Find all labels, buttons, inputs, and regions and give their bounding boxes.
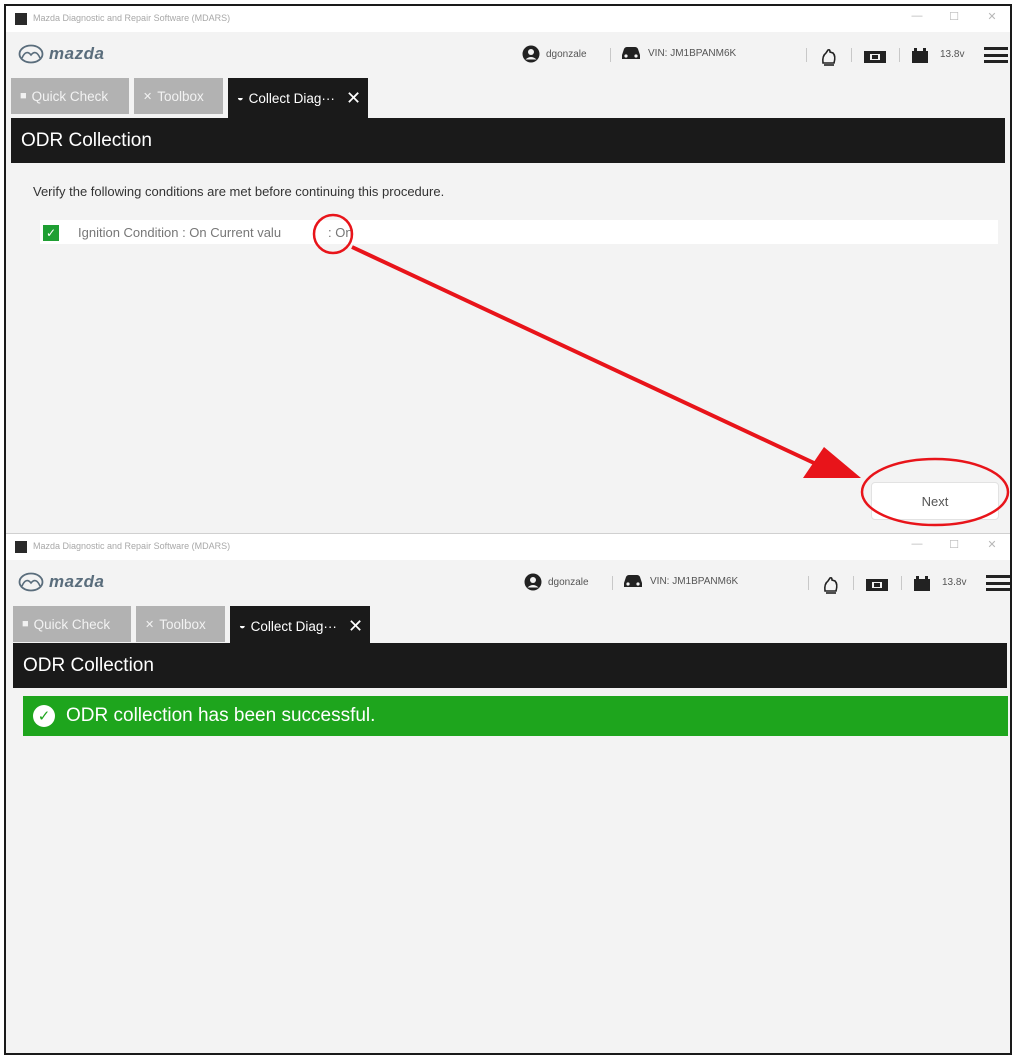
tab-bar: ■ Quick Check ✕ Toolbox ◒ Collect Diag··… <box>6 78 1010 118</box>
success-message: ODR collection has been successful. <box>66 705 376 726</box>
car-gauge-icon: ◒ <box>239 620 246 632</box>
voltage-readout: 13.8v <box>942 577 967 588</box>
mazda-emblem-icon <box>18 572 44 592</box>
brand-wordmark: mazda <box>49 572 105 591</box>
screen-collection-success: Mazda Diagnostic and Repair Software (MD… <box>6 533 1010 1053</box>
close-window-button[interactable]: ✕ <box>984 10 1000 23</box>
briefcase-icon: ■ <box>22 618 29 630</box>
tab-toolbox[interactable]: ✕ Toolbox <box>136 606 225 642</box>
condition-row: ✓ Ignition Condition : On Current valu :… <box>40 220 998 244</box>
battery-icon <box>912 48 928 63</box>
condition-current-value: : On <box>328 225 353 240</box>
vin-indicator: VIN: JM1BPANM6K <box>622 573 738 589</box>
app-header: mazda dgonzale VIN: JM1BPANM6K 13.8v <box>6 560 1010 604</box>
app-icon <box>15 13 27 25</box>
maximize-button[interactable]: ☐ <box>946 538 962 551</box>
car-icon <box>622 47 640 59</box>
condition-label: Ignition Condition : On Current valu <box>78 225 282 240</box>
check-circle-icon: ✓ <box>33 705 55 727</box>
next-button[interactable]: Next <box>871 482 999 520</box>
header-divider <box>853 576 854 590</box>
page-title-bar: ODR Collection <box>13 643 1007 688</box>
condition-checkbox[interactable]: ✓ <box>43 225 59 241</box>
header-divider <box>806 48 807 62</box>
tab-label: Collect Diag··· <box>250 618 337 634</box>
header-divider <box>901 576 902 590</box>
user-indicator[interactable]: dgonzale <box>524 573 589 591</box>
battery-icon <box>914 576 930 591</box>
user-icon <box>522 45 540 63</box>
window-titlebar: Mazda Diagnostic and Repair Software (MD… <box>6 534 1010 560</box>
tab-label: Collect Diag··· <box>248 90 335 106</box>
hand-icon[interactable] <box>819 47 839 67</box>
window-title: Mazda Diagnostic and Repair Software (MD… <box>33 13 231 23</box>
mazda-logo: mazda <box>18 571 104 593</box>
car-gauge-icon: ◒ <box>237 92 244 104</box>
tools-icon: ✕ <box>143 90 153 103</box>
menu-icon[interactable] <box>984 47 1008 63</box>
header-divider <box>851 48 852 62</box>
user-icon <box>524 573 542 591</box>
annotation-arrow-line <box>351 245 815 465</box>
tab-label: Quick Check <box>31 88 109 104</box>
annotation-arrowhead <box>803 447 861 478</box>
header-divider <box>610 48 611 62</box>
page-title-bar: ODR Collection <box>11 118 1005 163</box>
window-title: Mazda Diagnostic and Repair Software (MD… <box>33 541 231 551</box>
tab-label: Toolbox <box>157 88 204 104</box>
screen-verify-conditions: Mazda Diagnostic and Repair Software (MD… <box>6 6 1010 533</box>
hand-icon[interactable] <box>821 575 841 595</box>
page-title: ODR Collection <box>23 655 154 676</box>
tab-label: Toolbox <box>159 616 206 632</box>
vin-text: VIN: JM1BPANM6K <box>650 575 739 587</box>
page-title: ODR Collection <box>21 130 152 151</box>
app-icon <box>15 541 27 553</box>
voltage-readout: 13.8v <box>940 49 965 60</box>
tab-toolbox[interactable]: ✕ Toolbox <box>134 78 223 114</box>
tab-quick-check[interactable]: ■ Quick Check <box>11 78 129 114</box>
close-window-button[interactable]: ✕ <box>984 538 1000 551</box>
screenshot-frame: Mazda Diagnostic and Repair Software (MD… <box>4 4 1012 1055</box>
window-titlebar: Mazda Diagnostic and Repair Software (MD… <box>6 6 1010 32</box>
menu-icon[interactable] <box>986 575 1010 591</box>
close-tab-icon[interactable]: ✕ <box>348 617 363 635</box>
ticket-icon[interactable] <box>865 578 889 592</box>
tab-collect-diag[interactable]: ◒ Collect Diag··· ✕ <box>228 78 368 118</box>
app-header: mazda dgonzale VIN: JM1BPANM6K 13.8v <box>6 32 1010 76</box>
maximize-button[interactable]: ☐ <box>946 10 962 23</box>
mazda-emblem-icon <box>18 44 44 64</box>
user-indicator[interactable]: dgonzale <box>522 45 587 63</box>
minimize-button[interactable]: — <box>909 10 925 22</box>
minimize-button[interactable]: — <box>909 538 925 550</box>
briefcase-icon: ■ <box>20 90 27 102</box>
header-divider <box>612 576 613 590</box>
vin-text: VIN: JM1BPANM6K <box>648 47 737 59</box>
header-divider <box>899 48 900 62</box>
mazda-logo: mazda <box>18 43 104 65</box>
tab-quick-check[interactable]: ■ Quick Check <box>13 606 131 642</box>
car-icon <box>624 575 642 587</box>
success-banner: ✓ ODR collection has been successful. <box>23 696 1008 736</box>
brand-wordmark: mazda <box>49 44 105 63</box>
header-divider <box>808 576 809 590</box>
username: dgonzale <box>548 576 589 588</box>
tab-label: Quick Check <box>33 616 111 632</box>
instruction-text: Verify the following conditions are met … <box>33 184 445 199</box>
vin-indicator: VIN: JM1BPANM6K <box>620 45 736 61</box>
close-tab-icon[interactable]: ✕ <box>346 89 361 107</box>
tools-icon: ✕ <box>145 618 155 631</box>
tab-collect-diag[interactable]: ◒ Collect Diag··· ✕ <box>230 606 370 646</box>
ticket-icon[interactable] <box>863 50 887 64</box>
username: dgonzale <box>546 48 587 60</box>
tab-bar: ■ Quick Check ✕ Toolbox ◒ Collect Diag··… <box>6 606 1010 646</box>
